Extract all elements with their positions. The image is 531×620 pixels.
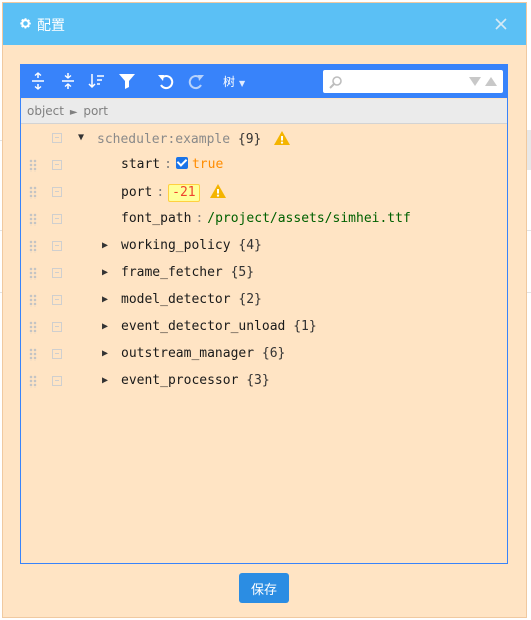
root-key: scheduler:example bbox=[97, 132, 231, 147]
font-path-key[interactable]: font_path bbox=[121, 211, 191, 226]
object-count: {2} bbox=[238, 292, 262, 307]
object-key[interactable]: event_processor bbox=[121, 373, 238, 388]
start-value[interactable]: true bbox=[192, 157, 223, 172]
drag-handle[interactable] bbox=[29, 321, 37, 334]
context-menu-button[interactable] bbox=[52, 349, 62, 359]
tree-row-object: ▶ event_processor {3} bbox=[21, 368, 507, 395]
tree-row-object: ▶ outstream_manager {6} bbox=[21, 341, 507, 368]
dialog-title: 配置 bbox=[19, 15, 65, 35]
drag-handle[interactable] bbox=[29, 267, 37, 280]
context-menu-button[interactable] bbox=[52, 376, 62, 386]
drag-handle[interactable] bbox=[29, 240, 37, 253]
mode-label: 树 bbox=[223, 75, 236, 89]
collapse-all-icon[interactable] bbox=[55, 69, 81, 93]
expand-all-icon[interactable] bbox=[25, 69, 51, 93]
port-key[interactable]: port bbox=[121, 185, 152, 200]
port-field: port: -21 bbox=[121, 183, 227, 203]
context-menu-button[interactable] bbox=[52, 160, 62, 170]
tree-row-port: port: -21 bbox=[21, 179, 507, 206]
context-menu-button[interactable] bbox=[52, 133, 62, 143]
search-input[interactable] bbox=[347, 72, 461, 92]
tree-row-start: start: true bbox=[21, 152, 507, 179]
tree-row-object: ▶ frame_fetcher {5} bbox=[21, 260, 507, 287]
save-button[interactable]: 保存 bbox=[239, 573, 289, 603]
object-count: {4} bbox=[238, 238, 262, 253]
drag-handle[interactable] bbox=[29, 294, 37, 307]
breadcrumb: object ► port bbox=[21, 99, 507, 124]
object-key[interactable]: event_detector_unload bbox=[121, 319, 285, 334]
object-count: {6} bbox=[261, 346, 286, 361]
redo-icon[interactable] bbox=[183, 69, 209, 93]
object-key[interactable]: outstream_manager bbox=[121, 346, 254, 361]
object-count: {3} bbox=[246, 373, 270, 388]
colon: : bbox=[195, 211, 204, 226]
root-count: {9} bbox=[237, 132, 262, 147]
colon: : bbox=[156, 185, 165, 200]
close-icon[interactable] bbox=[494, 14, 508, 34]
drag-handle[interactable] bbox=[29, 186, 37, 199]
colon: : bbox=[164, 157, 172, 172]
object-field: model_detector {2} bbox=[121, 292, 262, 307]
tree-row-object: ▶ event_detector_unload {1} bbox=[21, 314, 507, 341]
warning-icon bbox=[209, 183, 227, 203]
tree-row-object: ▶ working_policy {4} bbox=[21, 233, 507, 260]
object-field: working_policy {4} bbox=[121, 238, 262, 253]
context-menu-button[interactable] bbox=[52, 214, 62, 224]
json-editor: 树 ▼ object ► port ▼ scheduler:example {9… bbox=[20, 64, 508, 564]
object-key[interactable]: frame_fetcher bbox=[121, 265, 223, 280]
dialog-title-text: 配置 bbox=[37, 18, 65, 34]
drag-handle[interactable] bbox=[29, 213, 37, 226]
drag-handle[interactable] bbox=[29, 159, 37, 172]
context-menu-button[interactable] bbox=[52, 187, 62, 197]
object-count: {5} bbox=[230, 265, 255, 280]
expand-triangle-icon[interactable]: ▶ bbox=[99, 266, 111, 280]
filter-icon[interactable] bbox=[114, 69, 140, 93]
font-path-value[interactable]: /project/assets/simhei.ttf bbox=[207, 211, 411, 226]
collapse-triangle-icon[interactable]: ▼ bbox=[75, 131, 87, 145]
expand-triangle-icon[interactable]: ▶ bbox=[99, 347, 111, 361]
start-field: start: true bbox=[121, 157, 223, 172]
context-menu-button[interactable] bbox=[52, 268, 62, 278]
search-box bbox=[323, 70, 503, 93]
expand-triangle-icon[interactable]: ▶ bbox=[99, 239, 111, 253]
start-key[interactable]: start bbox=[121, 157, 160, 172]
object-field: outstream_manager {6} bbox=[121, 346, 285, 361]
object-key[interactable]: model_detector bbox=[121, 292, 231, 307]
expand-triangle-icon[interactable]: ▶ bbox=[99, 320, 111, 334]
font-path-field: font_path:/project/assets/simhei.ttf bbox=[121, 211, 411, 226]
warning-icon bbox=[273, 130, 291, 150]
object-field: event_processor {3} bbox=[121, 373, 270, 388]
root-field: scheduler:example {9} bbox=[97, 130, 291, 150]
gear-icon bbox=[19, 17, 32, 33]
undo-icon[interactable] bbox=[153, 69, 179, 93]
search-next-icon[interactable] bbox=[469, 77, 481, 86]
context-menu-button[interactable] bbox=[52, 295, 62, 305]
object-key[interactable]: working_policy bbox=[121, 238, 231, 253]
start-checkbox[interactable] bbox=[175, 157, 188, 169]
dialog-header: 配置 bbox=[3, 3, 526, 45]
context-menu-button[interactable] bbox=[52, 241, 62, 251]
breadcrumb-separator: ► bbox=[69, 107, 78, 118]
expand-triangle-icon[interactable]: ▶ bbox=[99, 293, 111, 307]
drag-handle[interactable] bbox=[29, 348, 37, 361]
object-field: event_detector_unload {1} bbox=[121, 319, 317, 334]
port-value[interactable]: -21 bbox=[168, 184, 200, 202]
tree-row-font-path: font_path:/project/assets/simhei.ttf bbox=[21, 206, 507, 233]
context-menu-button[interactable] bbox=[52, 322, 62, 332]
mode-dropdown[interactable]: 树 ▼ bbox=[223, 73, 245, 90]
object-count: {1} bbox=[293, 319, 317, 334]
search-previous-icon[interactable] bbox=[485, 77, 497, 86]
drag-handle[interactable] bbox=[29, 375, 37, 388]
expand-triangle-icon[interactable]: ▶ bbox=[99, 374, 111, 388]
tree-row-root: ▼ scheduler:example {9} bbox=[21, 125, 507, 152]
chevron-down-icon: ▼ bbox=[239, 79, 246, 88]
search-icon bbox=[329, 74, 343, 93]
sort-icon[interactable] bbox=[83, 69, 109, 93]
breadcrumb-item-current[interactable]: port bbox=[83, 104, 108, 118]
config-dialog: 配置 树 ▼ object ► port ▼ scheduler:example… bbox=[2, 2, 527, 618]
tree-row-object: ▶ model_detector {2} bbox=[21, 287, 507, 314]
breadcrumb-item-root[interactable]: object bbox=[27, 104, 64, 118]
object-field: frame_fetcher {5} bbox=[121, 265, 254, 280]
editor-toolbar: 树 ▼ bbox=[21, 65, 507, 98]
